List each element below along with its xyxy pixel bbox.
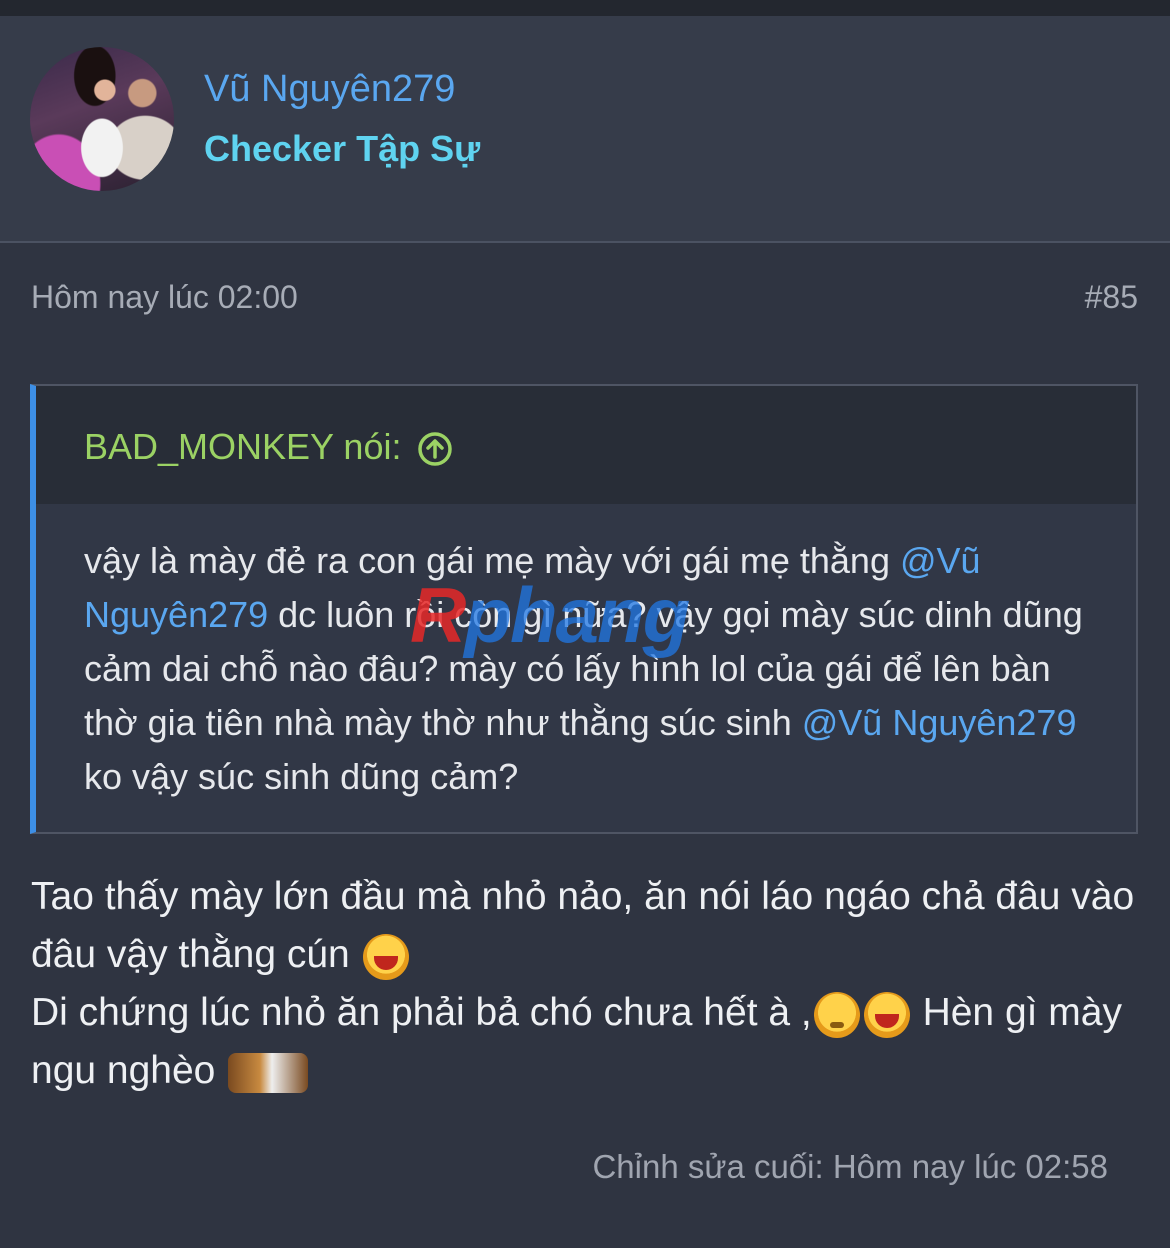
username-link[interactable]: Vũ Nguyên279 (204, 68, 455, 111)
quote-body: vậy là mày đẻ ra con gái mẹ mày với gái … (84, 534, 1094, 804)
smile-laugh-emoji (362, 933, 409, 980)
quote-block: BAD_MONKEY nói: vậy là mày đẻ ra con gái… (30, 384, 1138, 834)
quote-header: BAD_MONKEY nói: (36, 386, 1136, 504)
edited-timestamp: Chỉnh sửa cuối: Hôm nay lúc 02:58 (592, 1148, 1108, 1185)
message-text: Tao thấy mày lớn đầu mà nhỏ nảo, ăn nói … (31, 875, 1135, 976)
quote-author-label[interactable]: BAD_MONKEY nói: (84, 426, 401, 468)
post-time[interactable]: Hôm nay lúc 02:00 (31, 279, 298, 316)
user-title: Checker Tập Sự (204, 128, 481, 169)
quote-text: ko vậy súc sinh dũng cảm? (84, 756, 519, 797)
rage-emoji (228, 1052, 309, 1093)
arrow-up-circle-icon[interactable] (417, 431, 453, 466)
post-message: Tao thấy mày lớn đầu mà nhỏ nảo, ăn nói … (31, 868, 1141, 1100)
top-strip (0, 0, 1170, 16)
avatar[interactable] (30, 47, 174, 191)
mention-link[interactable]: @Vũ Nguyên279 (802, 702, 1077, 743)
message-text: Di chứng lúc nhỏ ăn phải bả chó chưa hết… (31, 991, 812, 1034)
post-author-header: Vũ Nguyên279 Checker Tập Sự (0, 16, 1170, 243)
thinking-emoji (813, 991, 860, 1038)
quote-author[interactable]: BAD_MONKEY nói: (84, 426, 453, 468)
post-number[interactable]: #85 (1085, 279, 1138, 316)
smile-laugh-emoji (863, 991, 910, 1038)
quote-text: vậy là mày đẻ ra con gái mẹ mày với gái … (84, 540, 900, 581)
